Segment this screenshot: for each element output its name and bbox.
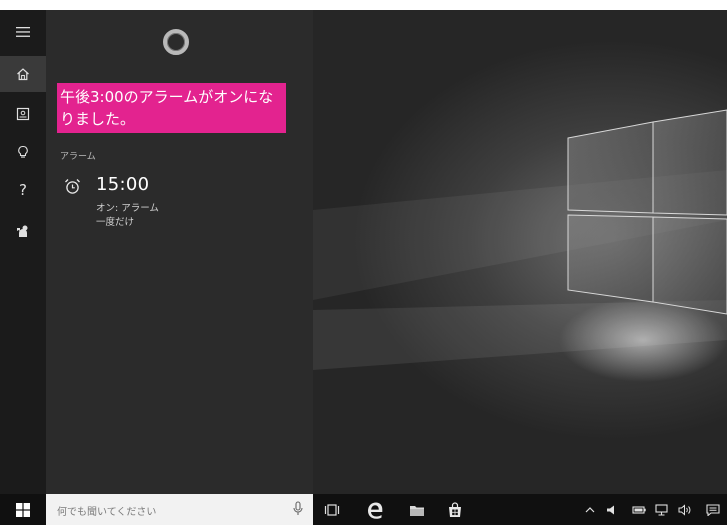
tray-speaker-button[interactable] [676,494,696,525]
windows-start-icon [16,502,30,517]
tray-battery-button[interactable] [630,494,648,525]
hamburger-icon [16,27,30,37]
alarm-time[interactable]: 15:00 [96,174,149,195]
home-icon [17,68,29,81]
windows-logo-light [313,109,727,370]
cortana-nav-rail: ? [0,10,46,494]
alarm-repeat: 一度だけ [96,217,135,228]
tray-volume-button[interactable] [604,494,620,525]
network-icon [655,503,668,516]
action-center-button[interactable] [702,494,724,525]
show-hidden-icons-button[interactable] [582,494,598,525]
cortana-panel: 午後3:00のアラームがオンになりました。 アラーム 15:00 オン: アラー… [46,10,313,494]
store-icon [449,501,461,517]
alarm-status: オン: アラーム [96,203,159,214]
desktop-wallpaper [313,10,727,494]
file-explorer-button[interactable] [406,494,428,525]
search-placeholder: 何でも聞いてください [57,507,157,518]
nav-help-button[interactable]: ? [0,172,46,208]
hamburger-menu-button[interactable] [0,14,46,50]
section-label-alarm: アラーム [60,152,96,162]
taskbar: 何でも聞いてください [0,494,727,525]
action-center-icon [706,503,720,516]
nav-home-button[interactable] [0,56,46,92]
notification-text: 午後3:00のアラームがオンになりました。 [60,88,274,128]
nav-feedback-button[interactable] [0,213,46,249]
lightbulb-icon [18,145,28,158]
cortana-logo-icon [163,29,189,55]
nav-notebook-button[interactable] [0,96,46,132]
file-explorer-icon [410,505,424,516]
help-icon: ? [19,181,27,199]
microphone-icon[interactable] [293,501,303,517]
start-button[interactable] [0,494,46,525]
task-view-icon [324,503,340,516]
feedback-icon [17,225,28,237]
nav-reminders-button[interactable] [0,134,46,170]
battery-icon [632,505,646,514]
alarm-clock-icon [65,179,80,194]
chevron-up-icon [585,506,595,512]
edge-button[interactable] [362,494,388,525]
notebook-icon [16,107,30,121]
speaker-icon [678,503,691,516]
alarm-notification-banner: 午後3:00のアラームがオンになりました。 [57,83,286,133]
store-button[interactable] [444,494,466,525]
task-view-button[interactable] [320,494,344,525]
tray-network-button[interactable] [653,494,671,525]
cortana-search-box[interactable]: 何でも聞いてください [46,494,313,525]
volume-icon [607,505,614,514]
screen: ? 午後3:00のアラームがオンになりました。 アラーム 15:00 オン: ア… [0,10,727,525]
edge-icon [368,502,383,519]
